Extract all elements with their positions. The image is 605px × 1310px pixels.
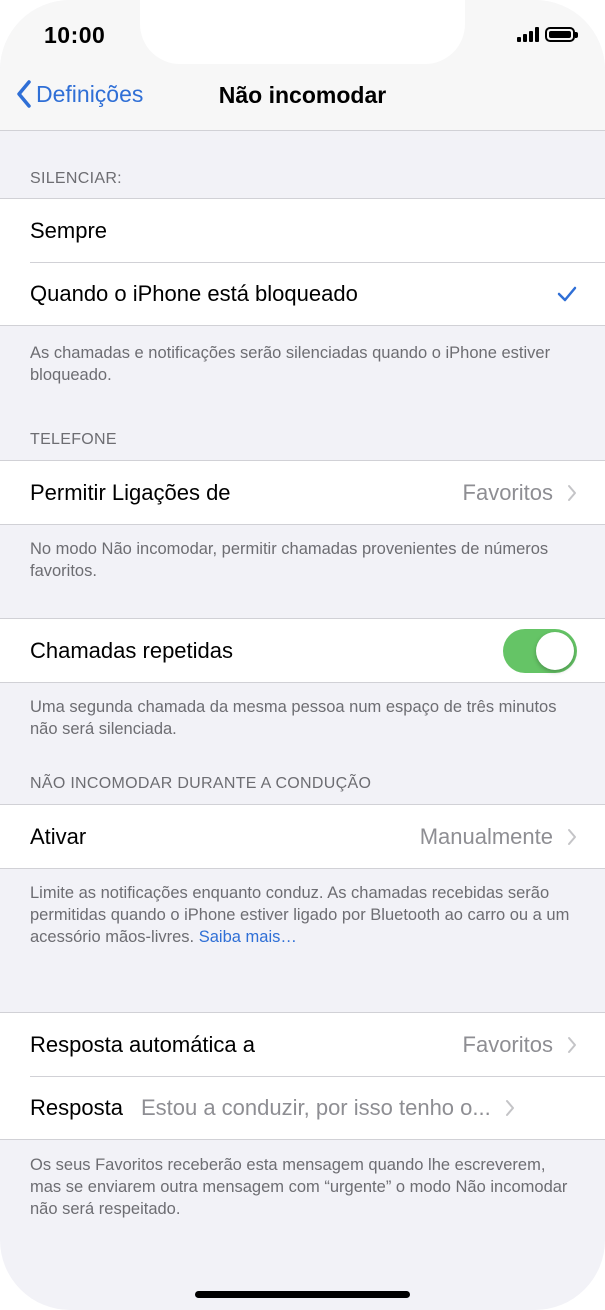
chevron-right-icon xyxy=(568,1036,576,1053)
auto-reply-to-row[interactable]: Resposta automática a Favoritos xyxy=(0,1013,605,1076)
option-always[interactable]: Sempre xyxy=(0,199,605,262)
section-header-driving: NÃO INCOMODAR DURANTE A CONDUÇÃO xyxy=(30,775,372,792)
battery-icon xyxy=(545,26,578,42)
auto-reply-message-row[interactable]: Resposta Estou a conduzir, por isso tenh… xyxy=(0,1076,605,1139)
activate-value-wrap: Manualmente xyxy=(420,824,577,850)
option-label: Sempre xyxy=(30,217,108,243)
chevron-right-icon xyxy=(568,484,576,501)
driving-footer: Limite as notificações enquanto conduz. … xyxy=(30,882,578,948)
status-time: 10:00 xyxy=(44,22,106,48)
allow-calls-label: Permitir Ligações de xyxy=(30,479,231,505)
driving-group: Ativar Manualmente xyxy=(0,804,605,869)
auto-reply-label: Resposta xyxy=(30,1094,123,1120)
auto-reply-group: Resposta automática a Favoritos Resposta… xyxy=(0,1012,605,1140)
repeated-calls-footer: Uma segunda chamada da mesma pessoa num … xyxy=(30,698,557,738)
phone-screen: 10:00 Definições Não incomodar SILENCIAR… xyxy=(0,0,605,1310)
option-label: Quando o iPhone está bloqueado xyxy=(30,280,358,306)
auto-reply-to-value-wrap: Favoritos xyxy=(463,1032,577,1058)
allow-calls-value: Favoritos xyxy=(462,479,553,505)
notch xyxy=(140,0,465,64)
signal-icon xyxy=(517,26,539,42)
auto-reply-value-wrap: Estou a conduzir, por isso tenho o... xyxy=(141,1095,515,1121)
silence-footer: As chamadas e notificações serão silenci… xyxy=(30,344,551,384)
allow-calls-row[interactable]: Permitir Ligações de Favoritos xyxy=(0,461,605,524)
activate-value: Manualmente xyxy=(419,823,553,849)
auto-reply-value: Estou a conduzir, por isso tenho o... xyxy=(140,1094,491,1120)
auto-reply-footer: Os seus Favoritos receberão esta mensage… xyxy=(30,1156,568,1218)
repeated-calls-row: Chamadas repetidas xyxy=(0,619,605,682)
activate-label: Ativar xyxy=(30,823,87,849)
chevron-right-icon xyxy=(568,828,576,845)
status-icons xyxy=(517,26,578,42)
allow-calls-footer: No modo Não incomodar, permitir chamadas… xyxy=(30,540,549,580)
page-title: Não incomodar xyxy=(218,82,387,108)
repeated-calls-toggle[interactable] xyxy=(503,628,577,673)
section-header-silence: SILENCIAR: xyxy=(30,170,122,187)
repeated-calls-group: Chamadas repetidas xyxy=(0,618,605,683)
navigation-bar: 10:00 Definições Não incomodar xyxy=(0,0,605,131)
learn-more-link[interactable]: Saiba mais… xyxy=(199,928,297,946)
activate-row[interactable]: Ativar Manualmente xyxy=(0,805,605,868)
section-header-phone: TELEFONE xyxy=(30,431,117,448)
checkmark-icon xyxy=(557,286,577,301)
silence-options-group: Sempre Quando o iPhone está bloqueado xyxy=(0,198,605,326)
allow-calls-group: Permitir Ligações de Favoritos xyxy=(0,460,605,525)
option-when-locked[interactable]: Quando o iPhone está bloqueado xyxy=(0,262,605,325)
allow-calls-value-wrap: Favoritos xyxy=(463,480,577,506)
chevron-right-icon xyxy=(505,1099,514,1116)
driving-footer-text: Limite as notificações enquanto conduz. … xyxy=(30,884,570,946)
toggle-knob xyxy=(536,631,574,670)
repeated-calls-label: Chamadas repetidas xyxy=(30,637,234,663)
home-indicator[interactable] xyxy=(195,1291,410,1298)
auto-reply-to-value: Favoritos xyxy=(462,1031,553,1057)
auto-reply-to-label: Resposta automática a xyxy=(30,1031,256,1057)
